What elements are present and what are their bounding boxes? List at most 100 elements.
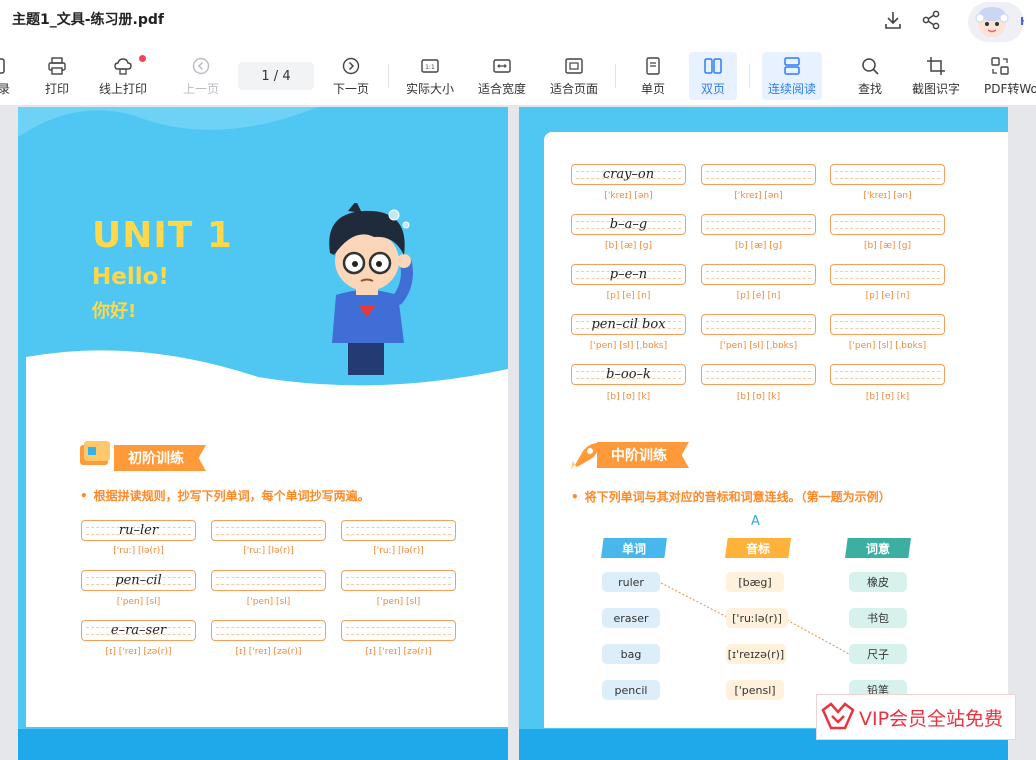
pdf-convert-icon [991,57,1009,75]
boy-character-illustration [329,203,413,375]
share-icon[interactable] [920,9,942,31]
vip-promo-banner[interactable]: VIP会员全站免费 [816,694,1016,740]
phonetic-label: ['ruː] [lə(r)] [113,546,164,556]
word-text: cray–on [602,167,655,182]
toolbar-single-page-button[interactable]: 单页 [632,52,674,100]
list-icon [0,58,5,74]
toolbar-label: 录 [0,82,10,96]
toolbar: 录 打印 线上打印 上一页 1 / 4 下一页 1:1 实际大小 适合宽度 适合… [0,46,1036,106]
word-copy-box[interactable] [211,520,326,541]
toolbar-label: 上一页 [182,82,219,96]
toolbar-catalog-button[interactable]: 录 [0,52,14,100]
match-ipa[interactable]: ['ruːlə(r)] [726,608,788,628]
phonetic-label: ['ruː] [lə(r)] [243,546,294,556]
word-box: pen–cil box [571,314,686,335]
avatar-greeting: Hi [1020,15,1024,28]
toolbar-divider [388,64,389,88]
page-indicator: 1 / 4 [261,68,291,84]
section-title-basic: 初阶训练 [114,445,206,471]
word-text: p–e–n [609,267,648,282]
next-page-icon [342,57,360,75]
word-copy-box[interactable] [341,570,456,591]
match-word[interactable]: bag [602,644,660,664]
match-word[interactable]: ruler [602,572,660,592]
match-ipa[interactable]: [ɪ'reɪzə(r)] [726,644,786,664]
fit-page-icon [565,58,583,74]
document-viewer[interactable]: UNIT 1 Hello! 你好! 初阶训练 • 根据拼读规则，抄写下列单词，每… [0,107,1036,760]
toolbar-label: 实际大小 [405,82,454,96]
pdf-page-left: UNIT 1 Hello! 你好! 初阶训练 • 根据拼读规则，抄写下列单词，每… [18,107,508,760]
word-copy-box[interactable] [211,570,326,591]
document-title: 主题1_文具-练习册.pdf [12,12,165,28]
toolbar-double-page-button[interactable]: 双页 [689,52,737,100]
toolbar-search-button[interactable]: 查找 [850,52,890,100]
word-copy-box[interactable] [341,520,456,541]
phonetic-label: [ɪ] ['reɪ] [zə(r)] [235,647,302,657]
continuous-read-icon [784,57,800,75]
hello-heading: Hello! [92,264,169,290]
toolbar-label: 适合宽度 [477,82,526,96]
word-text: ru–ler [118,523,159,538]
printer-icon [48,57,66,75]
match-meaning[interactable]: 尺子 [849,644,907,664]
toolbar-pdf-convert-button[interactable]: PDF转Wo [982,52,1036,100]
toolbar-divider [749,64,750,88]
svg-text:1:1: 1:1 [425,64,435,71]
word-box: p–e–n [571,264,686,285]
robot-mascot-icon [975,7,1009,37]
toolbar-divider [615,64,616,88]
book-icon [80,441,114,469]
word-box: ru–ler [81,520,196,541]
toolbar-label: 截图识字 [911,82,960,96]
toolbar-label: 查找 [857,82,882,96]
word-copy-box[interactable] [211,620,326,641]
toolbar-label: 下一页 [332,82,369,96]
single-page-icon [646,57,660,75]
toolbar-label: 打印 [44,82,69,96]
nihao-heading: 你好! [92,301,137,322]
instruction-text: 根据拼读规则，抄写下列单词，每个单词抄写两遍。 [93,489,370,503]
download-icon[interactable] [882,9,904,31]
cloud-print-icon [114,58,132,75]
toolbar-fit-page-button[interactable]: 适合页面 [546,52,602,100]
page-background-wave [18,107,508,760]
word-text: e–ra–ser [110,623,167,638]
user-avatar[interactable]: Hi [968,2,1024,42]
word-text: pen–cil [115,573,162,588]
match-meaning[interactable]: 橡皮 [849,572,907,592]
phonetic-label: ['pen] [sl] [116,597,161,607]
match-ipa[interactable]: [bæg] [726,572,784,592]
toolbar-label: 适合页面 [549,82,598,96]
match-meaning[interactable]: 书包 [849,608,907,628]
toolbar-label: 连续阅读 [767,82,816,96]
match-word[interactable]: eraser [602,608,660,628]
phonetic-label: ['pen] [sl] [246,597,291,607]
phonetic-label: [ɪ] ['reɪ] [zə(r)] [365,647,432,657]
title-bar: 主题1_文具-练习册.pdf Hi [0,0,1036,46]
match-ipa[interactable]: ['pensl] [726,680,784,700]
word-text: pen–cil box [591,317,666,332]
toolbar-continuous-read-button[interactable]: 连续阅读 [762,52,822,100]
vip-promo-text: VIP会员全站免费 [859,707,1004,730]
match-word[interactable]: pencil [602,680,660,700]
search-icon [862,58,879,75]
toolbar-screenshot-ocr-button[interactable]: 截图识字 [908,52,964,100]
word-box: b–a–g [571,214,686,235]
phonetic-label: [ɪ] ['reɪ] [zə(r)] [105,647,172,657]
toolbar-label: 单页 [640,82,665,96]
word-box: cray–on [571,164,686,185]
fit-width-icon [493,59,511,73]
vip-crown-icon [821,702,855,730]
toolbar-label: PDF转Wo [984,82,1036,96]
actual-size-icon: 1:1 [421,59,439,73]
word-box: e–ra–ser [81,620,196,641]
toolbar-actual-size-button[interactable]: 1:1 实际大小 [402,52,458,100]
toolbar-print-button[interactable]: 打印 [34,52,80,100]
toolbar-prev-page-button[interactable]: 上一页 [178,52,224,100]
word-copy-box[interactable] [341,620,456,641]
page-number-input[interactable]: 1 / 4 [238,62,314,90]
toolbar-label: 线上打印 [98,82,147,96]
toolbar-fit-width-button[interactable]: 适合宽度 [474,52,530,100]
notification-dot [139,55,146,62]
toolbar-next-page-button[interactable]: 下一页 [328,52,374,100]
